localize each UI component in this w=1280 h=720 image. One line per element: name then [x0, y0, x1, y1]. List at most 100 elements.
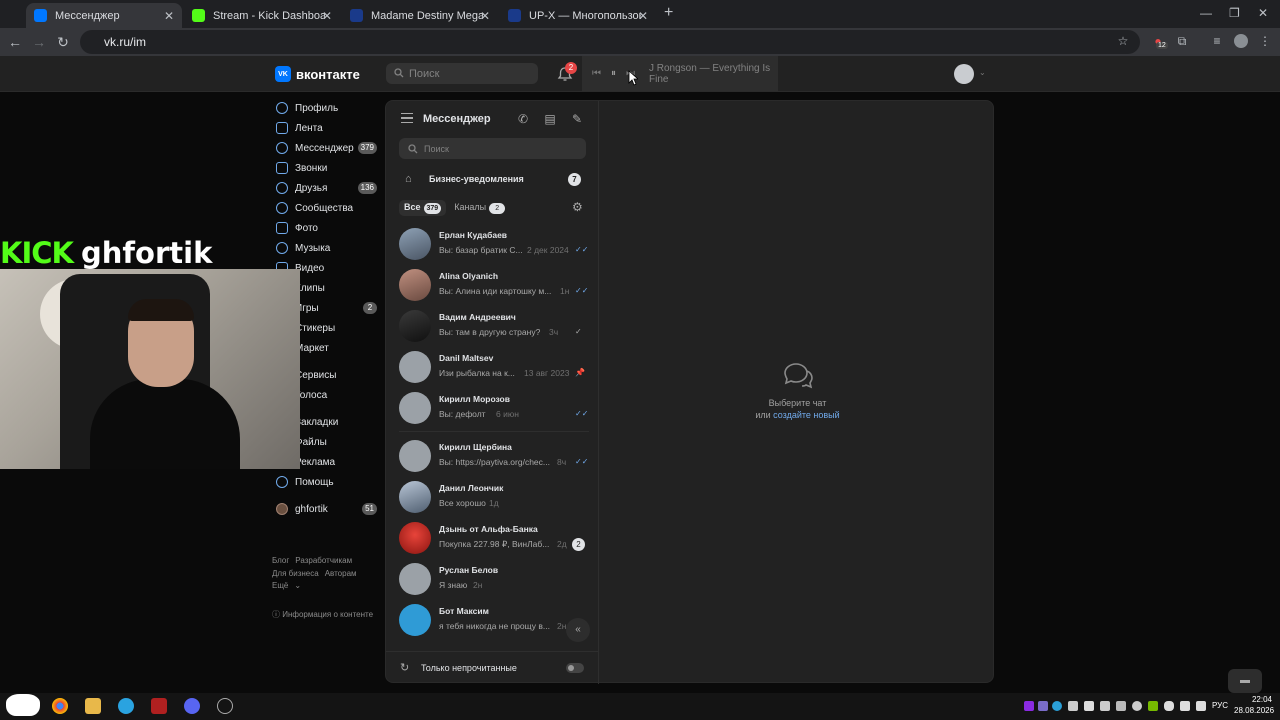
- chat-item[interactable]: Alina Olyanich Вы: Алина иди картошку м.…: [386, 264, 599, 305]
- avatar: [399, 269, 431, 301]
- file-explorer-icon[interactable]: [85, 698, 101, 714]
- chat-item[interactable]: Ерлан Кудабаев Вы: базар братик С... 2 д…: [386, 223, 599, 264]
- profile-avatar-icon[interactable]: [1234, 34, 1248, 48]
- app-x-icon[interactable]: [151, 698, 167, 714]
- back-button[interactable]: ←: [6, 33, 24, 51]
- profile-icon: [276, 102, 288, 114]
- language-indicator[interactable]: РУС: [1212, 701, 1228, 710]
- vk-logo[interactable]: VK вконтакте: [275, 66, 360, 82]
- archive-icon[interactable]: ▤: [543, 112, 557, 126]
- create-new-chat-link[interactable]: создайте новый: [773, 410, 840, 420]
- track-title[interactable]: J Rongson — Everything Is Fine: [649, 63, 778, 85]
- default-avatar-icon: [399, 563, 431, 595]
- tray-telegram-icon[interactable]: [1068, 701, 1078, 711]
- microphone-icon[interactable]: [1164, 701, 1174, 711]
- menu-item-messenger[interactable]: Мессенджер 379: [272, 138, 382, 158]
- friends-icon: [276, 182, 288, 194]
- chat-item[interactable]: Руслан Белов Я знаю 2н: [386, 558, 599, 599]
- browser-toolbar: ← → ↻ vk.ru/im ☆ ● 12 ⧉ ≡ ⋮: [0, 28, 1280, 56]
- messenger-panel: Мессенджер ✆ ▤ ✎ Поиск ⌂ Бизнес-уведомле…: [385, 100, 994, 684]
- menu-item-ghfortik-app[interactable]: ghfortik 51: [272, 499, 382, 519]
- tab-kick-dashboard[interactable]: Stream - Kick Dashboard ✕: [184, 3, 340, 28]
- bookmark-star-icon[interactable]: ☆: [1116, 34, 1130, 48]
- menu-item-profile[interactable]: Профиль: [272, 98, 382, 118]
- tray-app-icon[interactable]: [1052, 701, 1062, 711]
- restore-window-button[interactable]: ❐: [1229, 6, 1240, 20]
- menu-item-communities[interactable]: Сообщества: [272, 198, 382, 218]
- collapse-chevrons-icon[interactable]: «: [566, 618, 590, 642]
- menu-item-music[interactable]: Музыка: [272, 238, 382, 258]
- close-window-button[interactable]: ✕: [1258, 6, 1268, 20]
- extensions-puzzle-icon[interactable]: ⧉: [1175, 34, 1189, 48]
- close-tab-icon[interactable]: ✕: [322, 9, 332, 23]
- nvidia-icon[interactable]: [1148, 701, 1158, 711]
- chrome-icon[interactable]: [52, 698, 68, 714]
- discord-icon[interactable]: [184, 698, 200, 714]
- settings-gear-icon[interactable]: ⚙: [572, 200, 583, 214]
- call-icon[interactable]: ✆: [516, 112, 530, 126]
- footer-link-business[interactable]: Для бизнеса: [272, 569, 319, 578]
- browser-tab-bar: Мессенджер ✕ Stream - Kick Dashboard ✕ M…: [0, 0, 1280, 28]
- chat-item[interactable]: Кирилл Морозов Вы: дефолт 6 июн ✓✓: [386, 387, 599, 428]
- chat-item[interactable]: Дзынь от Альфа-Банка Покупка 227.98 ₽, В…: [386, 517, 599, 558]
- tab-up-x[interactable]: UP-X — Многопользователь ✕: [500, 3, 656, 28]
- chevron-down-icon[interactable]: ⌄: [979, 68, 986, 77]
- menu-divider: [272, 492, 382, 499]
- menu-item-friends[interactable]: Друзья 136: [272, 178, 382, 198]
- vk-search-input[interactable]: Поиск: [386, 63, 538, 84]
- tab-messenger[interactable]: Мессенджер ✕: [26, 3, 182, 28]
- footer-link-developers[interactable]: Разработчикам: [295, 556, 352, 565]
- previous-track-icon[interactable]: ⏮: [592, 68, 601, 79]
- content-info-link[interactable]: ⓘ Информация о контенте: [272, 609, 373, 620]
- hamburger-menu-icon[interactable]: [401, 113, 413, 123]
- footer-link-authors[interactable]: Авторам: [325, 569, 357, 578]
- chat-item[interactable]: Danil Maltsev Изи рыбалка на к... 13 авг…: [386, 346, 599, 387]
- tray-app-icon[interactable]: [1100, 701, 1110, 711]
- messenger-search-input[interactable]: Поиск: [399, 138, 586, 159]
- user-avatar[interactable]: [954, 64, 974, 84]
- footer-link-more[interactable]: Ещё: [272, 581, 288, 590]
- system-clock[interactable]: 22:04 28.08.2026: [1234, 694, 1274, 716]
- chat-item[interactable]: Данил Леончик Все хорошо 1д: [386, 476, 599, 517]
- minimize-window-button[interactable]: —: [1200, 6, 1212, 20]
- left-footer: Блог Разработчикам Для бизнеса Авторам Ещё…: [272, 556, 357, 590]
- filter-channels[interactable]: Каналы 2: [454, 202, 506, 214]
- footer-link-blog[interactable]: Блог: [272, 556, 289, 565]
- obs-icon[interactable]: [217, 698, 233, 714]
- pause-icon[interactable]: ⏸: [611, 68, 616, 79]
- close-tab-icon[interactable]: ✕: [638, 9, 648, 23]
- tray-app-icon[interactable]: [1132, 701, 1142, 711]
- chat-item[interactable]: Вадим Андреевич Вы: там в другую страну?…: [386, 305, 599, 346]
- tab-madame-destiny[interactable]: Madame Destiny Megaways ✕: [342, 3, 498, 28]
- menu-item-help[interactable]: Помощь: [272, 472, 382, 492]
- tray-app-icon[interactable]: [1038, 701, 1048, 711]
- vk-header: VK вконтакте Поиск 2 ⏮ ⏸ ⏭ J Rongson — E…: [0, 56, 1280, 92]
- tray-app-icon[interactable]: [1116, 701, 1126, 711]
- compose-icon[interactable]: ✎: [570, 112, 584, 126]
- new-tab-button[interactable]: +: [664, 4, 673, 22]
- messenger-icon: [276, 142, 288, 154]
- unread-only-toggle[interactable]: [566, 663, 584, 673]
- media-control-icon[interactable]: ≡: [1210, 34, 1224, 48]
- chat-item[interactable]: Кирилл Щербина Вы: https://paytiva.org/c…: [386, 435, 599, 476]
- address-bar[interactable]: vk.ru/im: [80, 30, 1140, 54]
- forward-button[interactable]: →: [30, 33, 48, 51]
- close-tab-icon[interactable]: ✕: [480, 9, 490, 23]
- telegram-icon[interactable]: [118, 698, 134, 714]
- filter-all[interactable]: Все 379: [399, 199, 447, 216]
- close-tab-icon[interactable]: ✕: [164, 9, 174, 23]
- chat-button[interactable]: ▬: [1228, 669, 1262, 693]
- tray-discord-icon[interactable]: [1084, 701, 1094, 711]
- unread-only-toggle-row[interactable]: ↻ Только непрочитанные: [386, 651, 599, 683]
- business-notifications[interactable]: ⌂ Бизнес-уведомления 7: [386, 169, 599, 189]
- menu-item-feed[interactable]: Лента: [272, 118, 382, 138]
- browser-menu-icon[interactable]: ⋮: [1258, 34, 1272, 48]
- volume-icon[interactable]: [1196, 701, 1206, 711]
- chat-list-column: Мессенджер ✆ ▤ ✎ Поиск ⌂ Бизнес-уведомле…: [386, 101, 599, 684]
- tray-app-icon[interactable]: [1024, 701, 1034, 711]
- network-icon[interactable]: [1180, 701, 1190, 711]
- streamer-hair: [128, 299, 194, 321]
- menu-item-calls[interactable]: Звонки: [272, 158, 382, 178]
- reload-button[interactable]: ↻: [54, 33, 72, 51]
- menu-item-photo[interactable]: Фото: [272, 218, 382, 238]
